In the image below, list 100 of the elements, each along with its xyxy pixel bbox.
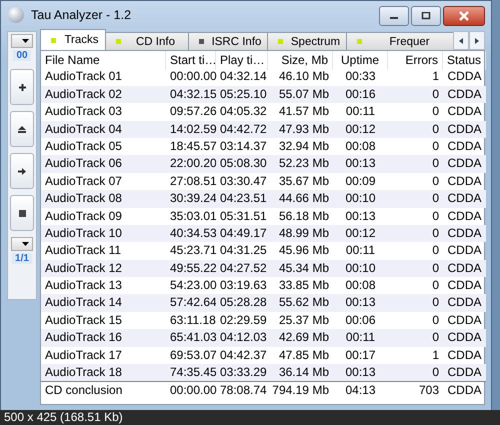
caret-icon bbox=[22, 39, 29, 43]
table-cell: 04:12.03 bbox=[216, 329, 268, 347]
table-cell: 04:49.17 bbox=[216, 224, 268, 242]
table-cell: CDDA bbox=[443, 329, 486, 347]
table-cell-text: 33.85 Mb bbox=[278, 277, 330, 294]
dropdown[interactable] bbox=[11, 34, 33, 48]
table-cell: 0 bbox=[388, 364, 443, 382]
table-cell: 0 bbox=[388, 190, 443, 208]
table-cell-text: 0 bbox=[431, 172, 440, 190]
forward-button[interactable] bbox=[10, 153, 34, 189]
column-header[interactable]: Play ti… bbox=[216, 51, 268, 70]
table-cell-text: 41.57 Mb bbox=[278, 103, 330, 120]
table-cell-text: 56.18 Mb bbox=[278, 208, 330, 225]
table-cell: 00:10 bbox=[333, 260, 388, 278]
table-cell-text: CDDA bbox=[446, 172, 482, 190]
minimize-button[interactable] bbox=[379, 6, 409, 26]
table-cell-text: 00:08 bbox=[344, 138, 377, 155]
table-cell-text: 1 bbox=[431, 346, 440, 364]
table-cell: 00:12 bbox=[333, 224, 388, 242]
table-cell-text: 0 bbox=[431, 312, 440, 329]
table-cell: 78:08.74 bbox=[216, 381, 268, 399]
tab[interactable]: Frequer bbox=[346, 32, 453, 50]
table-cell-text: 54:23.00 bbox=[169, 277, 216, 294]
table-cell-text: 32.94 Mb bbox=[278, 138, 330, 155]
table-cell-text: 00:17 bbox=[344, 346, 377, 364]
table-cell: AudioTrack 18 bbox=[41, 364, 166, 382]
table-cell-text: 00:33 bbox=[344, 68, 377, 86]
column-header[interactable]: Size, Mb bbox=[268, 51, 333, 70]
table-cell-text: 0 bbox=[431, 103, 440, 120]
table-cell: 794.19 Mb bbox=[268, 381, 333, 399]
table-cell-text: CDDA bbox=[446, 68, 482, 86]
table-cell: AudioTrack 16 bbox=[41, 329, 166, 347]
table-cell-text: 03:19.63 bbox=[219, 277, 268, 294]
table-cell-text: 02:29.59 bbox=[219, 312, 268, 329]
table-cell: 45.34 Mb bbox=[268, 260, 333, 278]
scroll-left-button[interactable] bbox=[453, 31, 469, 50]
table-cell: 48.99 Mb bbox=[268, 224, 333, 242]
stop-icon bbox=[18, 210, 26, 216]
table-cell: 0 bbox=[388, 260, 443, 278]
table-cell-text: 00:09 bbox=[344, 172, 377, 190]
app-icon bbox=[7, 6, 25, 24]
scroll-right-button[interactable] bbox=[469, 31, 485, 50]
table-cell-text: CDDA bbox=[446, 138, 482, 155]
table-cell-text: 00:08 bbox=[344, 277, 377, 294]
tab[interactable]: Spectrum bbox=[267, 32, 347, 50]
table-cell: 00:11 bbox=[333, 329, 388, 347]
table-cell: 0 bbox=[388, 294, 443, 312]
table-cell: CDDA bbox=[443, 155, 486, 173]
table-cell: 49:55.22 bbox=[166, 260, 216, 278]
table-cell: 0 bbox=[388, 120, 443, 138]
table-cell: 65:41.03 bbox=[166, 329, 216, 347]
table-cell: CD conclusion bbox=[41, 381, 166, 399]
table-cell: 04:23.51 bbox=[216, 190, 268, 208]
table-cell-text: 45.96 Mb bbox=[278, 242, 330, 260]
column-header[interactable]: Status bbox=[443, 51, 486, 70]
tab[interactable]: ISRC Info bbox=[188, 32, 268, 50]
dropdown[interactable] bbox=[11, 237, 33, 251]
table-cell-text: 00:13 bbox=[344, 208, 377, 225]
table-cell-text: 05:31.51 bbox=[219, 208, 268, 225]
table-cell-text: 04:05.32 bbox=[219, 103, 268, 120]
table-cell-text: AudioTrack 05 bbox=[44, 138, 123, 155]
table-cell: 0 bbox=[388, 155, 443, 173]
table-cell: 55.07 Mb bbox=[268, 86, 333, 104]
table-cell-text: 18:45.57 bbox=[169, 138, 216, 155]
table-cell-text: 03:14.37 bbox=[219, 138, 268, 155]
tab[interactable]: Tracks bbox=[40, 29, 106, 50]
table-cell-text: AudioTrack 15 bbox=[44, 312, 123, 329]
column-header[interactable]: File Name bbox=[41, 51, 166, 70]
table-cell: 30:39.24 bbox=[166, 190, 216, 208]
table-cell-text: CDDA bbox=[446, 242, 482, 260]
close-button[interactable] bbox=[443, 6, 485, 26]
table-cell-text: CDDA bbox=[446, 277, 482, 294]
table-cell-text: 35.67 Mb bbox=[278, 172, 330, 190]
table-cell: 04:42.72 bbox=[216, 120, 268, 138]
counter-label: 00 bbox=[13, 50, 31, 61]
table-cell: 22:00.20 bbox=[166, 155, 216, 173]
column-header[interactable]: Errors bbox=[388, 51, 443, 70]
table-cell: AudioTrack 02 bbox=[41, 86, 166, 104]
table-cell-text: 35:03.01 bbox=[169, 208, 216, 225]
eject-button[interactable] bbox=[10, 111, 34, 147]
maximize-icon bbox=[421, 12, 431, 20]
column-header[interactable]: Start ti… bbox=[166, 51, 216, 70]
table-cell-text: CDDA bbox=[446, 103, 482, 120]
table-cell: 05:08.30 bbox=[216, 155, 268, 173]
table-cell-text: 63:11.18 bbox=[169, 312, 216, 329]
table-cell-text: CDDA bbox=[446, 312, 482, 329]
table-cell: 44.66 Mb bbox=[268, 190, 333, 208]
stop-button[interactable] bbox=[10, 195, 34, 231]
table-cell: 04:13 bbox=[333, 381, 388, 399]
table-cell-text: AudioTrack 03 bbox=[44, 103, 123, 120]
table-cell-text: 09:57.26 bbox=[169, 103, 216, 120]
table-cell: CDDA bbox=[443, 86, 486, 104]
add-button[interactable] bbox=[10, 69, 34, 105]
table-cell: 52.23 Mb bbox=[268, 155, 333, 173]
column-header[interactable]: Uptime bbox=[333, 51, 388, 70]
tab[interactable]: CD Info bbox=[105, 32, 189, 50]
maximize-button[interactable] bbox=[411, 6, 441, 26]
arrow-right-icon bbox=[475, 38, 479, 44]
table-cell-text: 0 bbox=[431, 242, 440, 260]
table-cell: AudioTrack 10 bbox=[41, 224, 166, 242]
